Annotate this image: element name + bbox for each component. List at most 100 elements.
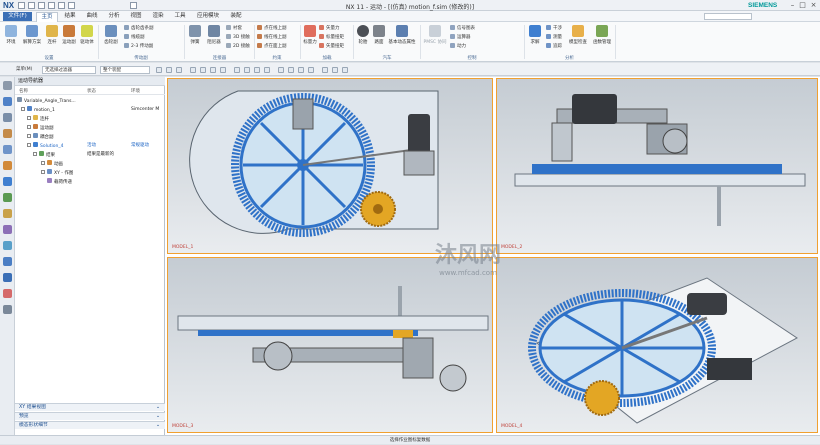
expand-toggle-icon[interactable] (27, 143, 31, 147)
tab-applications[interactable]: 应用模块 (192, 12, 224, 22)
layer-icon[interactable] (298, 67, 304, 73)
endpoint-icon[interactable] (200, 67, 206, 73)
wireframe-icon[interactable] (288, 67, 294, 73)
point-on-surface-button[interactable]: 点在面上副 (257, 43, 287, 50)
column-name[interactable]: 名称 (19, 88, 28, 94)
curve-on-curve-button[interactable]: 线在线上副 (257, 34, 287, 41)
scalar-torque-button[interactable]: 标量扭矩 (319, 34, 344, 41)
rotate-icon[interactable] (254, 67, 260, 73)
link-button[interactable]: 连杆 (45, 25, 59, 45)
expand-toggle-icon[interactable] (41, 161, 45, 165)
mode-shape-details-panel[interactable]: 模态形状细节 ⌄ (15, 421, 165, 429)
select-icon[interactable] (166, 67, 172, 73)
gear-pair-button[interactable]: 齿轮副 (101, 25, 121, 45)
expand-toggle-icon[interactable] (27, 116, 31, 120)
file-menu-button[interactable]: 文件(F) (3, 12, 32, 21)
interference-button[interactable]: 干涉 (546, 25, 562, 32)
viewport-top[interactable]: MODEL_1 (167, 78, 493, 254)
motion-navigator-icon[interactable] (3, 97, 12, 106)
tree-row[interactable]: 结果 结果是最新的 (15, 151, 165, 159)
column-status[interactable]: 状态 (87, 88, 96, 94)
minimize-button[interactable]: – (788, 1, 797, 9)
zoom-icon[interactable] (244, 67, 250, 73)
tree-row[interactable]: 耦合副 (15, 133, 165, 141)
reuse-library-icon[interactable] (3, 161, 12, 170)
solve-button[interactable]: 求解 (527, 25, 543, 45)
tree-row[interactable]: Solution_4 活动 常规驱动 (15, 142, 165, 150)
tree-row[interactable]: Variable_Angle_Trans... (15, 97, 165, 105)
scalar-force-button[interactable]: 标量力 (303, 25, 317, 45)
center-icon[interactable] (220, 67, 226, 73)
pmsc-button[interactable]: PMSC 协同 (423, 25, 447, 45)
web-browser-icon[interactable] (3, 193, 12, 202)
settings-icon[interactable] (3, 81, 12, 90)
process-studio-icon[interactable] (3, 225, 12, 234)
damper-button[interactable]: 阻尼器 (205, 25, 223, 45)
tab-curve[interactable]: 曲线 (82, 12, 102, 22)
expand-toggle-icon[interactable] (41, 170, 45, 174)
tire-button[interactable]: 轮胎 (356, 25, 370, 45)
measure-distance-icon[interactable] (342, 67, 348, 73)
close-button[interactable]: × (809, 1, 818, 9)
tree-row[interactable]: XY - 作图 (15, 169, 165, 177)
measure-button[interactable]: 测量 (546, 34, 562, 41)
roles-icon[interactable] (3, 241, 12, 250)
vector-torque-button[interactable]: 矢量扭矩 (319, 43, 344, 50)
tree-row[interactable]: motion_1 Simcenter M (15, 106, 165, 114)
palette-icon[interactable] (3, 289, 12, 298)
maximize-button[interactable]: □ (798, 1, 807, 9)
tree-row[interactable]: 载荷传递 (15, 178, 165, 186)
command-search-input[interactable] (704, 13, 752, 20)
viewport-front[interactable]: MODEL_2 (496, 78, 818, 254)
viewport-iso[interactable]: MODEL_4 (496, 257, 818, 433)
bushing-button[interactable]: 衬套 (226, 25, 242, 32)
deselect-icon[interactable] (176, 67, 182, 73)
midpoint-icon[interactable] (210, 67, 216, 73)
expand-toggle-icon[interactable] (33, 152, 37, 156)
spring-button[interactable]: 弹簧 (187, 25, 203, 45)
solution-button[interactable]: 解算方案 (21, 25, 43, 45)
xy-result-view-panel[interactable]: XY 结果视图 ⌄ (15, 403, 165, 411)
visibility-icon[interactable] (332, 67, 338, 73)
tree-row[interactable]: 连杆 (15, 115, 165, 123)
dynamic-properties-button[interactable]: 基本动态属性 (388, 25, 416, 45)
pan-icon[interactable] (264, 67, 270, 73)
tab-tools[interactable]: 工具 (170, 12, 190, 22)
signal-chart-button[interactable]: 信号图表 (450, 25, 475, 32)
contact-2d-button[interactable]: 2D 接触 (226, 43, 250, 50)
viewport-side[interactable]: MODEL_3 (167, 257, 493, 433)
cable-button[interactable]: 线缆副 (124, 34, 145, 41)
joint-button[interactable]: 运动副 (61, 25, 77, 45)
menu-dropdown[interactable]: 菜单(M) (14, 66, 38, 74)
history-icon[interactable] (3, 209, 12, 218)
part-navigator-icon[interactable] (3, 145, 12, 154)
tab-render[interactable]: 渲染 (148, 12, 168, 22)
vector-force-button[interactable]: 矢量力 (319, 25, 340, 32)
tab-results[interactable]: 结果 (60, 12, 80, 22)
system-scene-icon[interactable] (3, 257, 12, 266)
transmission-button[interactable]: 2-3 传动副 (124, 43, 153, 50)
selection-scope-select[interactable]: 整个装配 (100, 66, 150, 74)
driver-button[interactable]: 驱动体 (79, 25, 95, 45)
expand-toggle-icon[interactable] (27, 134, 31, 138)
expand-toggle-icon[interactable] (21, 107, 25, 111)
power-button[interactable]: 动力 (450, 43, 466, 50)
tab-view[interactable]: 视图 (126, 12, 146, 22)
tab-assembly[interactable]: 装配 (226, 12, 246, 22)
function-manager-button[interactable]: 函数管理 (592, 25, 612, 45)
point-icon[interactable] (190, 67, 196, 73)
environment-button[interactable]: 环境 (3, 25, 19, 45)
snap-icon[interactable] (156, 67, 162, 73)
trace-button[interactable]: 追踪 (546, 43, 562, 50)
section-icon[interactable] (322, 67, 328, 73)
model-check-button[interactable]: 模型检查 (566, 25, 590, 45)
preview-panel[interactable]: 预览 ⌄ (15, 412, 165, 420)
more-icon[interactable] (3, 305, 12, 314)
assembly-navigator-icon[interactable] (3, 113, 12, 122)
orient-icon[interactable] (308, 67, 314, 73)
view-fit-icon[interactable] (234, 67, 240, 73)
tree-row[interactable]: 运动副 (15, 124, 165, 132)
column-environment[interactable]: 环境 (131, 88, 140, 94)
expand-toggle-icon[interactable] (27, 125, 31, 129)
road-button[interactable]: 路面 (372, 25, 386, 45)
